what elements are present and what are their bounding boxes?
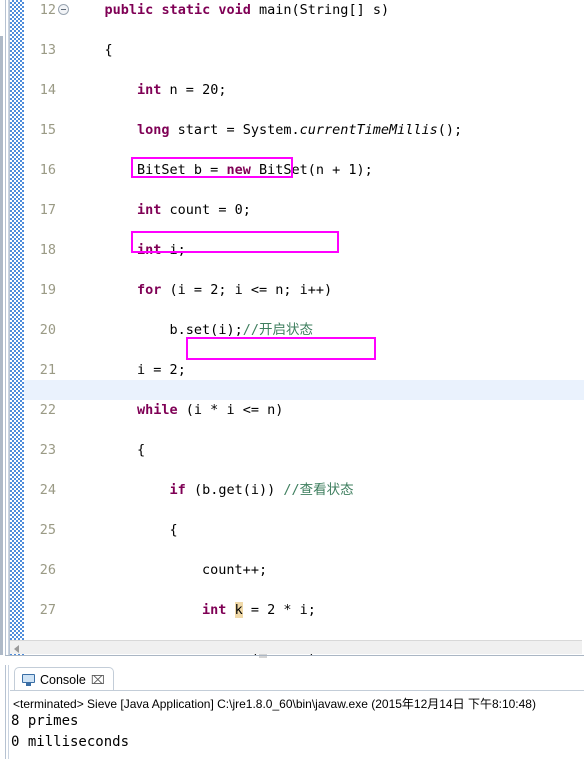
code-line[interactable]: 23 {: [24, 440, 584, 460]
line-number: 24: [39, 482, 56, 498]
line-number: 17: [39, 202, 56, 218]
code-line[interactable]: 13 {: [24, 40, 584, 60]
code-line[interactable]: 26 count++;: [24, 560, 584, 580]
console-left-frame-line: [5, 665, 6, 759]
code-line[interactable]: 25 {: [24, 520, 584, 540]
code-line[interactable]: 18 int i;: [24, 240, 584, 260]
code-text: for (i = 2; i <= n; i++): [137, 282, 333, 298]
code-line[interactable]: 20 b.set(i);//开启状态: [24, 320, 584, 340]
editor-bottom-border: [5, 655, 584, 656]
editor-horizontal-scrollbar[interactable]: [10, 640, 582, 654]
console-monitor-icon: [22, 673, 35, 686]
tab-console-label: Console: [40, 672, 86, 687]
code-text: int k = 2 * i;: [202, 602, 316, 618]
line-number: 21: [39, 362, 56, 378]
code-lines-container[interactable]: 12 public static void main(String[] s) 13…: [24, 0, 584, 658]
code-line[interactable]: 17 int count = 0;: [24, 200, 584, 220]
code-text: int i;: [137, 242, 186, 258]
change-bar-ruler[interactable]: [10, 0, 24, 655]
line-number: 16: [39, 162, 56, 178]
scroll-left-arrow-icon[interactable]: [14, 645, 19, 653]
code-text: {: [137, 442, 146, 458]
console-output-line: 0 milliseconds: [11, 734, 130, 750]
line-number: 25: [39, 522, 56, 538]
window-left-edge: [0, 36, 3, 655]
code-line[interactable]: 14 int n = 20;: [24, 80, 584, 100]
code-text: b.set(i);//开启状态: [169, 322, 313, 338]
line-number: 19: [39, 282, 56, 298]
code-text: int count = 0;: [137, 202, 251, 218]
console-process-status: <terminated> Sieve [Java Application] C:…: [13, 697, 536, 711]
tab-console[interactable]: Console ⌧: [14, 667, 114, 691]
code-line[interactable]: 15 long start = System.currentTimeMillis…: [24, 120, 584, 140]
code-text: int n = 20;: [137, 82, 227, 98]
code-text: {: [104, 42, 113, 58]
console-tab-row: Console ⌧: [10, 667, 584, 691]
line-number: 15: [39, 122, 56, 138]
line-number: 12: [39, 2, 56, 18]
code-line[interactable]: 21 i = 2;: [24, 360, 584, 380]
code-text: BitSet b = new BitSet(n + 1);: [137, 162, 373, 178]
code-text: if (b.get(i)) //查看状态: [169, 482, 354, 498]
line-number: 27: [39, 602, 56, 618]
line-number: 22: [39, 402, 56, 418]
console-output-line: 8 primes: [11, 713, 79, 729]
java-source-editor[interactable]: 12 public static void main(String[] s) 13…: [0, 0, 584, 665]
code-line[interactable]: 22 while (i * i <= n): [24, 400, 584, 420]
code-line[interactable]: 27 int k = 2 * i;: [24, 600, 584, 620]
code-line[interactable]: 16 BitSet b = new BitSet(n + 1);: [24, 160, 584, 180]
code-text: i = 2;: [137, 362, 186, 378]
console-panel: Console ⌧ <terminated> Sieve [Java Appli…: [0, 665, 584, 759]
window-left-frame-line: [5, 0, 6, 655]
line-number: 18: [39, 242, 56, 258]
eclipse-ide-window: 12 public static void main(String[] s) 13…: [0, 0, 584, 759]
line-number: 23: [39, 442, 56, 458]
line-number: 14: [39, 82, 56, 98]
code-line[interactable]: 12 public static void main(String[] s): [24, 0, 584, 20]
code-line[interactable]: 24 if (b.get(i)) //查看状态: [24, 480, 584, 500]
code-text: count++;: [202, 562, 268, 578]
line-number: 20: [39, 322, 56, 338]
console-tab-underline: [10, 690, 584, 691]
code-text: long start = System.currentTimeMillis();: [137, 122, 463, 138]
code-text: public static void main(String[] s): [104, 2, 390, 18]
code-line[interactable]: 19 for (i = 2; i <= n; i++): [24, 280, 584, 300]
fold-collapse-icon[interactable]: [58, 4, 69, 15]
close-icon[interactable]: ⌧: [91, 674, 105, 686]
line-number: 26: [39, 562, 56, 578]
code-text: while (i * i <= n): [137, 402, 284, 418]
line-number: 13: [39, 42, 56, 58]
code-text: {: [169, 522, 178, 538]
